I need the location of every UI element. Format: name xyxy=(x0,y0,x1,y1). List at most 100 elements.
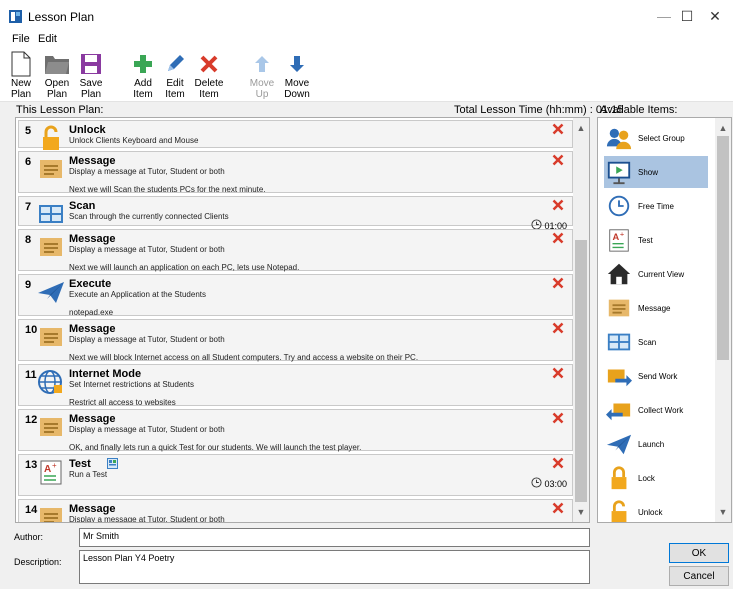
delete-item-icon[interactable] xyxy=(552,322,564,334)
save-plan-label: Save Plan xyxy=(79,78,103,100)
save-icon xyxy=(81,54,101,74)
plan-item-title: Message xyxy=(69,413,116,425)
available-item-label: Test xyxy=(638,235,653,245)
plan-item-title: Internet Mode xyxy=(69,368,142,380)
avail-scroll-thumb[interactable] xyxy=(717,136,729,360)
menu-edit[interactable]: Edit xyxy=(38,33,57,45)
available-scrollbar[interactable]: ▲ ▼ xyxy=(715,118,731,522)
plan-item-card[interactable]: 13 A + Test Run a Test 03:00 xyxy=(18,454,573,496)
delete-item-icon[interactable] xyxy=(552,277,564,289)
plan-item-number: 14 xyxy=(25,504,38,516)
title-bar: Lesson Plan — ☐ ✕ xyxy=(0,0,733,32)
plan-scrollbar[interactable]: ▲ ▼ xyxy=(573,118,589,522)
scan-icon xyxy=(606,329,632,355)
available-item-label: Select Group xyxy=(638,133,685,143)
available-item-label: Send Work xyxy=(638,371,678,381)
plan-item-description: Run a Test xyxy=(69,470,108,479)
plan-item-note: OK, and finally lets run a quick Test fo… xyxy=(69,443,362,452)
delete-item-label: Delete Item xyxy=(194,78,224,100)
open-plan-button[interactable]: Open Plan xyxy=(42,48,72,102)
plan-item-duration: 03:00 xyxy=(544,479,567,489)
plan-item-card[interactable]: 7 Scan Scan through the currently connecte… xyxy=(18,196,573,231)
arrow-down-icon xyxy=(290,56,304,72)
unlock-icon xyxy=(606,499,632,522)
move-down-button[interactable]: Move Down xyxy=(283,48,311,102)
available-item-lock[interactable]: Lock xyxy=(604,462,708,494)
save-plan-button[interactable]: Save Plan xyxy=(78,48,104,102)
delete-item-icon[interactable] xyxy=(552,412,564,424)
maximize-icon: ☐ xyxy=(680,7,694,24)
cancel-button[interactable]: Cancel xyxy=(669,566,729,586)
available-item-send-work[interactable]: Send Work xyxy=(604,360,708,392)
plan-item-card[interactable]: 8 Message Display a message at Tutor, Stud… xyxy=(18,229,573,272)
available-item-launch[interactable]: Launch xyxy=(604,428,708,460)
plan-item-card[interactable]: 6 Message Display a message at Tutor, Stud… xyxy=(18,151,573,194)
available-item-message[interactable]: Message xyxy=(604,292,708,324)
author-field[interactable]: Mr Smith xyxy=(79,528,590,547)
menu-file[interactable]: File xyxy=(12,33,30,45)
available-item-label: Message xyxy=(638,303,671,313)
available-item-free-time[interactable]: Free Time xyxy=(604,190,708,222)
delete-item-button[interactable]: Delete Item xyxy=(193,48,225,102)
plan-item-card[interactable]: 9 Execute Execute an Application at the St… xyxy=(18,274,573,317)
delete-item-icon[interactable] xyxy=(552,367,564,379)
available-item-test[interactable]: A + Test xyxy=(604,224,708,256)
available-item-unlock[interactable]: Unlock xyxy=(604,496,708,522)
plan-item-note: Next we will launch an application on ea… xyxy=(69,263,300,272)
available-items-list[interactable]: Select Group Show Free Time A + Test Current V… xyxy=(597,117,732,523)
show-icon xyxy=(606,159,632,185)
ok-button[interactable]: OK xyxy=(669,543,729,563)
delete-item-icon[interactable] xyxy=(552,232,564,244)
plan-item-description: Scan through the currently connected Cli… xyxy=(69,212,229,221)
scroll-up-icon[interactable]: ▲ xyxy=(573,120,589,136)
plan-item-card[interactable]: 14 Message Display a message at Tutor, Stu… xyxy=(18,499,573,523)
plan-item-title: Message xyxy=(69,503,116,515)
move-up-button[interactable]: Move Up xyxy=(249,48,275,102)
available-item-show[interactable]: Show xyxy=(604,156,708,188)
avail-scroll-up-icon[interactable]: ▲ xyxy=(715,120,731,136)
description-field[interactable]: Lesson Plan Y4 Poetry xyxy=(79,550,590,584)
plan-item-title: Execute xyxy=(69,278,112,290)
folder-icon xyxy=(45,56,69,74)
available-item-label: Show xyxy=(638,167,659,177)
plan-item-card[interactable]: 11 Internet Mode Set Internet restrictions… xyxy=(18,364,573,407)
lesson-plan-list[interactable]: 5 Unlock Unlock Clients Keyboard and Mouse… xyxy=(15,117,590,523)
delete-item-icon[interactable] xyxy=(552,199,564,211)
plan-item-description: Display a message at Tutor, Student or b… xyxy=(69,425,225,434)
test-icon: A + xyxy=(606,227,632,253)
plan-item-card[interactable]: 12 Message Display a message at Tutor, Stu… xyxy=(18,409,573,452)
arrow-up-icon xyxy=(255,56,269,72)
message-icon xyxy=(37,324,65,350)
available-item-collect-work[interactable]: Collect Work xyxy=(604,394,708,426)
new-plan-button[interactable]: New Plan xyxy=(9,48,33,102)
available-item-label: Launch xyxy=(638,439,665,449)
plan-item-number: 12 xyxy=(25,414,38,426)
scroll-down-icon[interactable]: ▼ xyxy=(573,504,589,520)
plan-item-number: 11 xyxy=(25,369,37,381)
plan-item-note: notepad.exe xyxy=(69,308,114,317)
plan-item-title: Message xyxy=(69,323,116,335)
delete-item-icon[interactable] xyxy=(552,123,564,135)
delete-item-icon[interactable] xyxy=(552,154,564,166)
delete-item-icon[interactable] xyxy=(552,502,564,514)
plan-item-description: Display a message at Tutor, Student or b… xyxy=(69,515,225,523)
avail-scroll-down-icon[interactable]: ▼ xyxy=(715,504,731,520)
plan-scroll-thumb[interactable] xyxy=(575,240,587,502)
available-item-scan[interactable]: Scan xyxy=(604,326,708,358)
available-item-current-view[interactable]: Current View xyxy=(604,258,708,290)
plan-item-description: Display a message at Tutor, Student or b… xyxy=(69,167,225,176)
message-icon xyxy=(37,504,65,522)
plan-item-card[interactable]: 5 Unlock Unlock Clients Keyboard and Mouse xyxy=(18,120,573,150)
scan-icon xyxy=(37,201,65,227)
open-plan-label: Open Plan xyxy=(44,78,70,100)
edit-item-button[interactable]: Edit Item xyxy=(163,48,187,102)
close-button[interactable]: ✕ xyxy=(697,0,733,32)
delete-item-icon[interactable] xyxy=(552,457,564,469)
window-title: Lesson Plan xyxy=(28,10,95,24)
svg-text:+: + xyxy=(620,229,624,238)
plan-item-card[interactable]: 10 Message Display a message at Tutor, Stu… xyxy=(18,319,573,362)
test-icon: A + xyxy=(37,459,65,485)
available-item-label: Current View xyxy=(638,269,685,279)
available-item-select-group[interactable]: Select Group xyxy=(604,122,708,154)
add-item-button[interactable]: Add Item xyxy=(131,48,155,102)
